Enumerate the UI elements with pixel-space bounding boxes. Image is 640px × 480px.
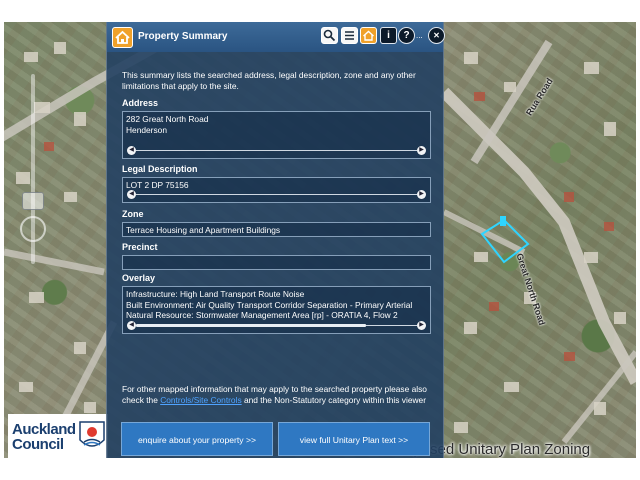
council-emblem-icon [79, 421, 105, 447]
footer-text-after: and the Non-Statutory category within th… [241, 394, 426, 405]
list-icon[interactable] [341, 27, 358, 44]
zone-label: Zone [122, 209, 144, 219]
precinct-label: Precinct [122, 242, 158, 252]
overlay-label: Overlay [122, 273, 156, 283]
scroll-right-icon[interactable]: ▶ [417, 190, 426, 199]
view-unitary-plan-button[interactable]: view full Unitary Plan text >> [278, 422, 430, 456]
overlay-scroll-thumb[interactable] [136, 324, 366, 327]
legal-description-label: Legal Description [122, 164, 198, 174]
address-label: Address [122, 98, 159, 108]
zone-field[interactable]: Terrace Housing and Apartment Buildings [122, 222, 431, 237]
auckland-council-logo: Auckland Council [8, 414, 108, 460]
logo-line-1: Auckland [12, 421, 76, 438]
scroll-left-icon[interactable]: ◀ [127, 146, 136, 155]
footer-note: For other mapped information that may ap… [122, 384, 434, 405]
property-summary-panel: Property Summary i ? ... ✕ This summary … [106, 22, 445, 458]
legal-scrollbar[interactable]: ◀ ▶ [127, 190, 426, 199]
overlay-line-2: Built Environment: Air Quality Transport… [126, 299, 413, 310]
property-house-icon [112, 27, 133, 48]
scroll-right-icon[interactable]: ▶ [417, 321, 426, 330]
overlay-field[interactable]: Infrastructure: High Land Transport Rout… [122, 286, 431, 334]
panel-intro-text: This summary lists the searched address,… [122, 70, 416, 91]
address-line-1: 282 Great North Road [126, 114, 209, 124]
help-icon[interactable]: ? [398, 27, 415, 44]
scroll-right-icon[interactable]: ▶ [417, 146, 426, 155]
site-controls-link[interactable]: Controls/Site Controls [160, 395, 241, 405]
more-icon[interactable]: ... [416, 27, 426, 44]
property-icon[interactable] [360, 27, 377, 44]
panel-header: Property Summary i ? ... ✕ [107, 22, 445, 52]
address-scrollbar[interactable]: ◀ ▶ [127, 146, 426, 155]
zoom-thumb[interactable] [22, 192, 44, 210]
address-line-2: Henderson [126, 124, 167, 135]
logo-line-2: Council [12, 436, 64, 453]
zoom-out-icon[interactable] [20, 216, 46, 242]
legal-description-value: LOT 2 DP 75156 [126, 180, 189, 190]
scroll-left-icon[interactable]: ◀ [127, 190, 136, 199]
search-icon[interactable] [321, 27, 338, 44]
overlay-scrollbar[interactable]: ◀ ▶ [127, 321, 426, 330]
legal-description-field[interactable]: LOT 2 DP 75156 ◀ ▶ [122, 177, 431, 203]
enquire-property-button[interactable]: enquire about your property >> [121, 422, 273, 456]
address-field[interactable]: 282 Great North Road Henderson ◀ ▶ [122, 111, 431, 159]
zone-value: Terrace Housing and Apartment Buildings [126, 225, 281, 235]
info-icon[interactable]: i [380, 27, 397, 44]
zoom-slider[interactable] [18, 74, 48, 264]
scroll-left-icon[interactable]: ◀ [127, 321, 136, 330]
overlay-line-3: Natural Resource: Stormwater Management … [126, 310, 398, 320]
close-icon[interactable]: ✕ [428, 27, 445, 44]
panel-title: Property Summary [138, 31, 228, 42]
overlay-line-1: Infrastructure: High Land Transport Rout… [126, 289, 305, 299]
precinct-field[interactable] [122, 255, 431, 270]
